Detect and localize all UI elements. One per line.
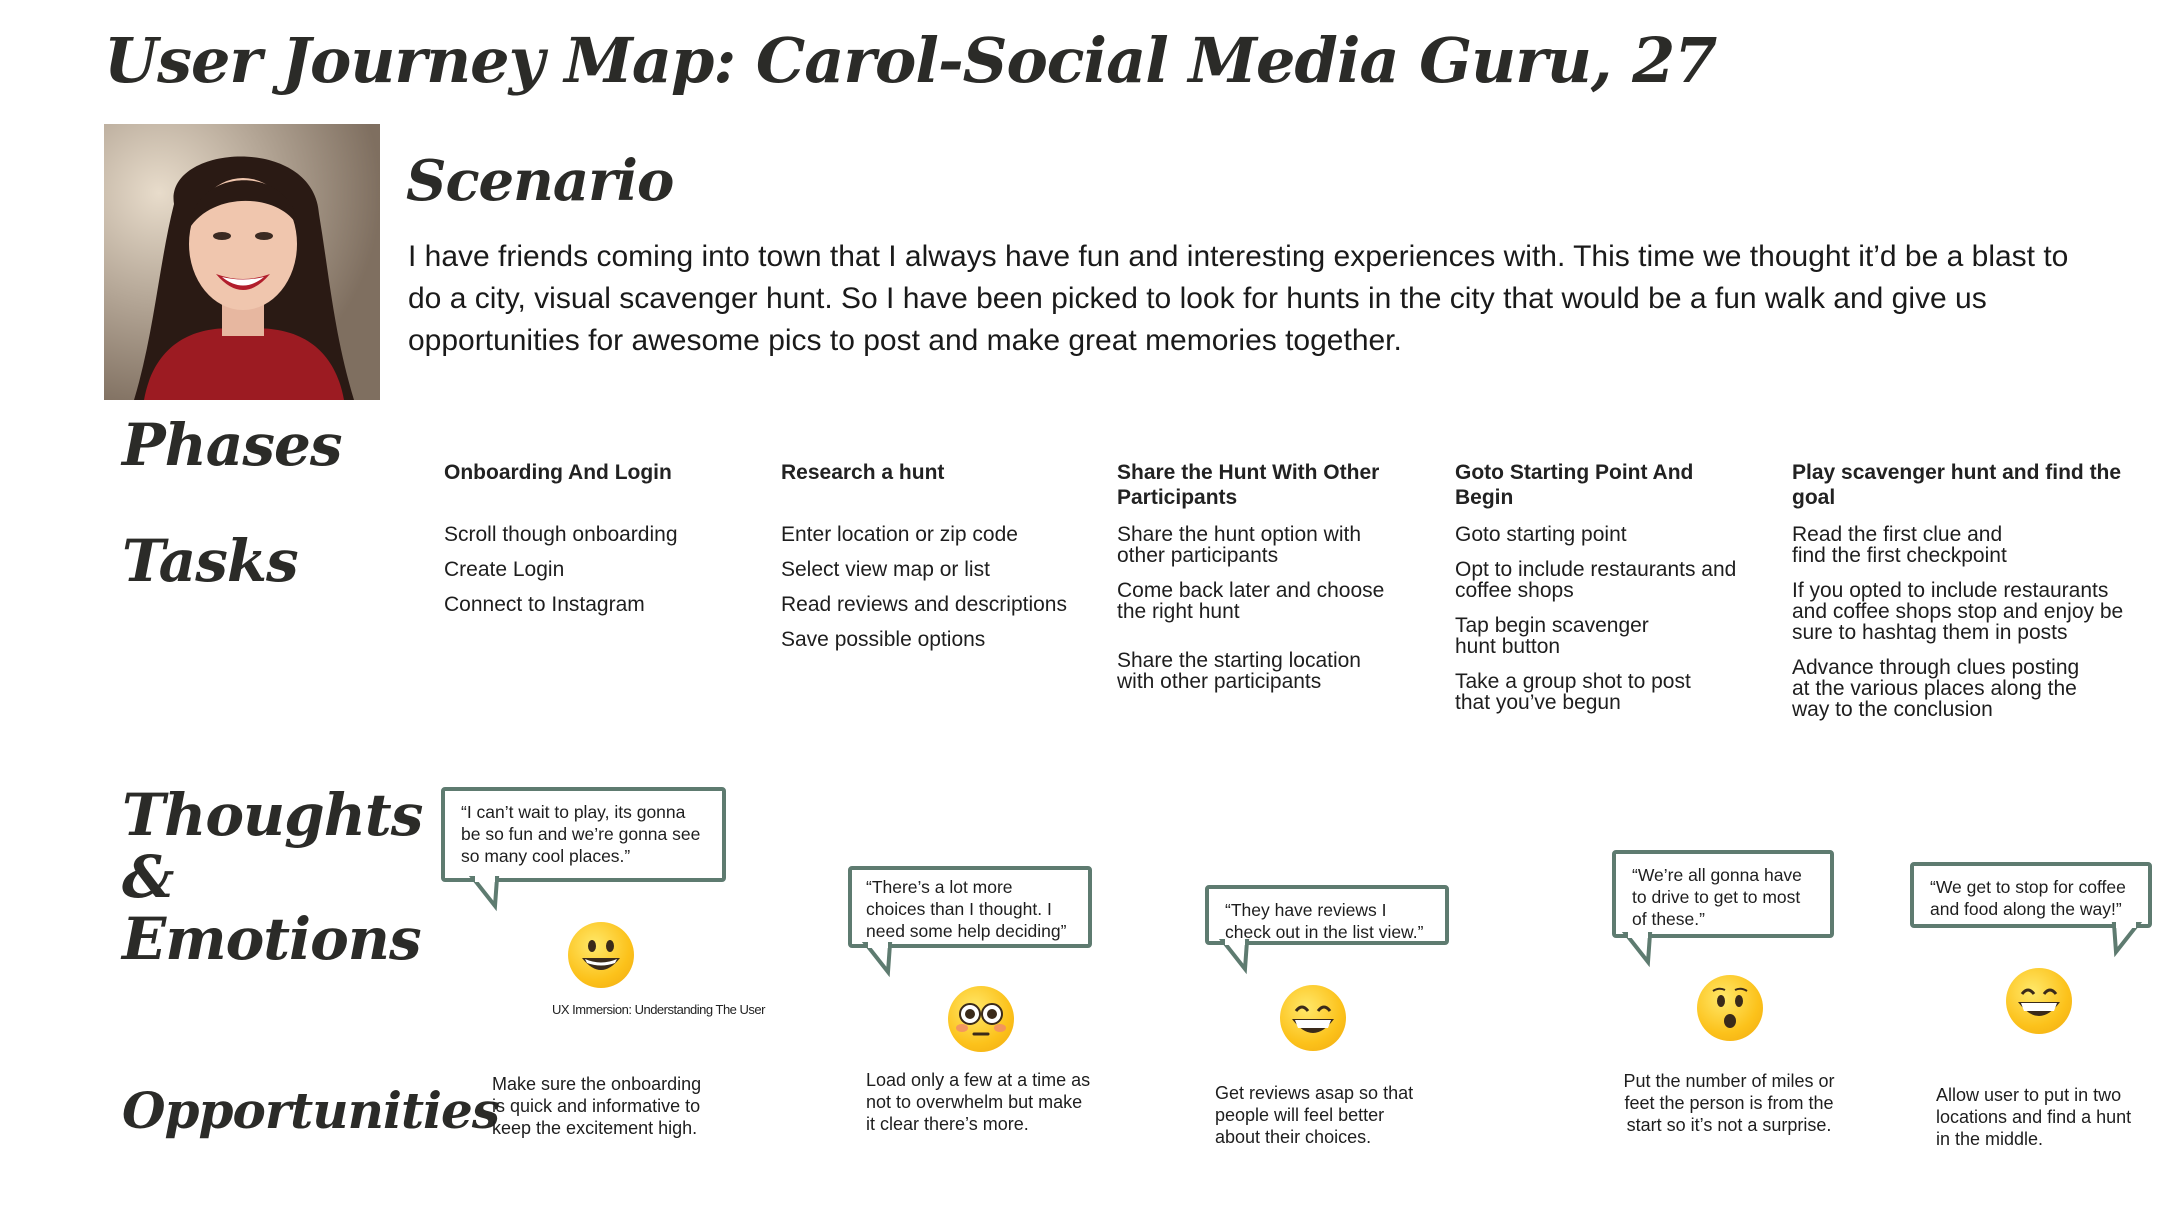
bubble-tail [468,876,500,912]
opportunities-label: Opportunities [122,1081,500,1140]
bubble-tail [1621,932,1653,968]
image-caption: UX Immersion: Understanding The User [552,1002,765,1017]
scenario-heading: Scenario [406,148,674,214]
thought-bubble: “They have reviews I check out in the li… [1205,885,1449,975]
task-item: Create Login [444,558,565,581]
phases-label: Phases [122,411,343,479]
thought-bubble: “We get to stop for coffee and food alon… [1910,862,2152,958]
task-item: Share the hunt option with other partici… [1117,523,1362,567]
phase-title: Goto Starting Point And Begin [1455,461,1694,509]
thought-text: “I can’t wait to play, its gonna be so f… [461,802,701,866]
journey-column-play: Play scavenger hunt and find the goal Re… [1792,460,2132,734]
grinning-face-icon [568,922,634,988]
task-item: Tap begin scavenger hunt button [1455,614,1649,658]
opportunity-text: Allow user to put in two locations and f… [1936,1085,2132,1149]
task-item: Come back later and choose the right hun… [1117,579,1385,623]
journey-column-share: Share the Hunt With Other Participants S… [1117,460,1387,706]
phase-title: Onboarding And Login [444,461,672,484]
journey-column-onboarding: Onboarding And Login Scroll though onboa… [444,460,764,629]
thought-text: “We get to stop for coffee and food alon… [1930,877,2126,919]
bubble-tail [2111,922,2143,958]
thought-text: “We’re all gonna have to drive to get to… [1632,865,1802,929]
beaming-face-icon [2006,968,2072,1034]
task-item: Read reviews and descriptions [781,593,1067,616]
beaming-face-icon [1280,985,1346,1051]
task-item: If you opted to include restaurants and … [1792,579,2124,644]
task-item: Share the starting location with other p… [1117,649,1361,693]
task-item: Take a group shot to post that you’ve be… [1455,670,1691,714]
ampersand-label-line: & [122,843,174,911]
page-title: User Journey Map: Carol-Social Media Gur… [104,24,1717,97]
task-item: Opt to include restaurants and coffee sh… [1455,558,1737,602]
task-item: Connect to Instagram [444,593,645,616]
bubble-tail [861,942,893,978]
task-item: Scroll though onboarding [444,523,678,546]
task-item: Select view map or list [781,558,990,581]
phase-title: Research a hunt [781,461,945,484]
thought-bubble: “There’s a lot more choices than I thoug… [848,866,1092,978]
hushed-face-icon [1697,975,1763,1041]
emotions-label-line: Emotions [122,905,422,973]
task-item: Advance through clues posting at the var… [1792,656,2080,721]
task-item: Enter location or zip code [781,523,1018,546]
task-item: Goto starting point [1455,523,1627,546]
journey-column-research: Research a hunt Enter location or zip co… [781,460,1101,664]
opportunity-text: Put the number of miles or feet the pers… [1623,1071,1835,1135]
thought-bubble: “I can’t wait to play, its gonna be so f… [441,787,726,912]
opportunity-text: Load only a few at a time as not to over… [866,1070,1091,1134]
task-item: Read the first clue and find the first c… [1792,523,2007,567]
persona-photo [104,124,380,400]
phase-title: Play scavenger hunt and find the goal [1792,461,2122,509]
thoughts-label-line: Thoughts [122,781,423,849]
bubble-tail [1218,939,1250,975]
journey-column-start: Goto Starting Point And Begin Goto start… [1455,460,1755,727]
scenario-text: I have friends coming into town that I a… [408,240,2069,357]
tasks-label: Tasks [122,527,299,595]
thoughts-emotions-label: Thoughts & Emotions [122,781,423,973]
phase-title: Share the Hunt With Other Participants [1117,461,1380,509]
thought-text: “There’s a lot more choices than I thoug… [866,877,1067,941]
task-item: Save possible options [781,628,986,651]
thought-bubble: “We’re all gonna have to drive to get to… [1612,850,1834,968]
opportunity-text: Get reviews asap so that people will fee… [1215,1083,1414,1147]
thought-text: “They have reviews I check out in the li… [1225,900,1424,942]
opportunity-text: Make sure the onboarding is quick and in… [492,1074,702,1138]
flushed-face-icon [948,986,1014,1052]
persona-portrait-image [104,124,380,400]
